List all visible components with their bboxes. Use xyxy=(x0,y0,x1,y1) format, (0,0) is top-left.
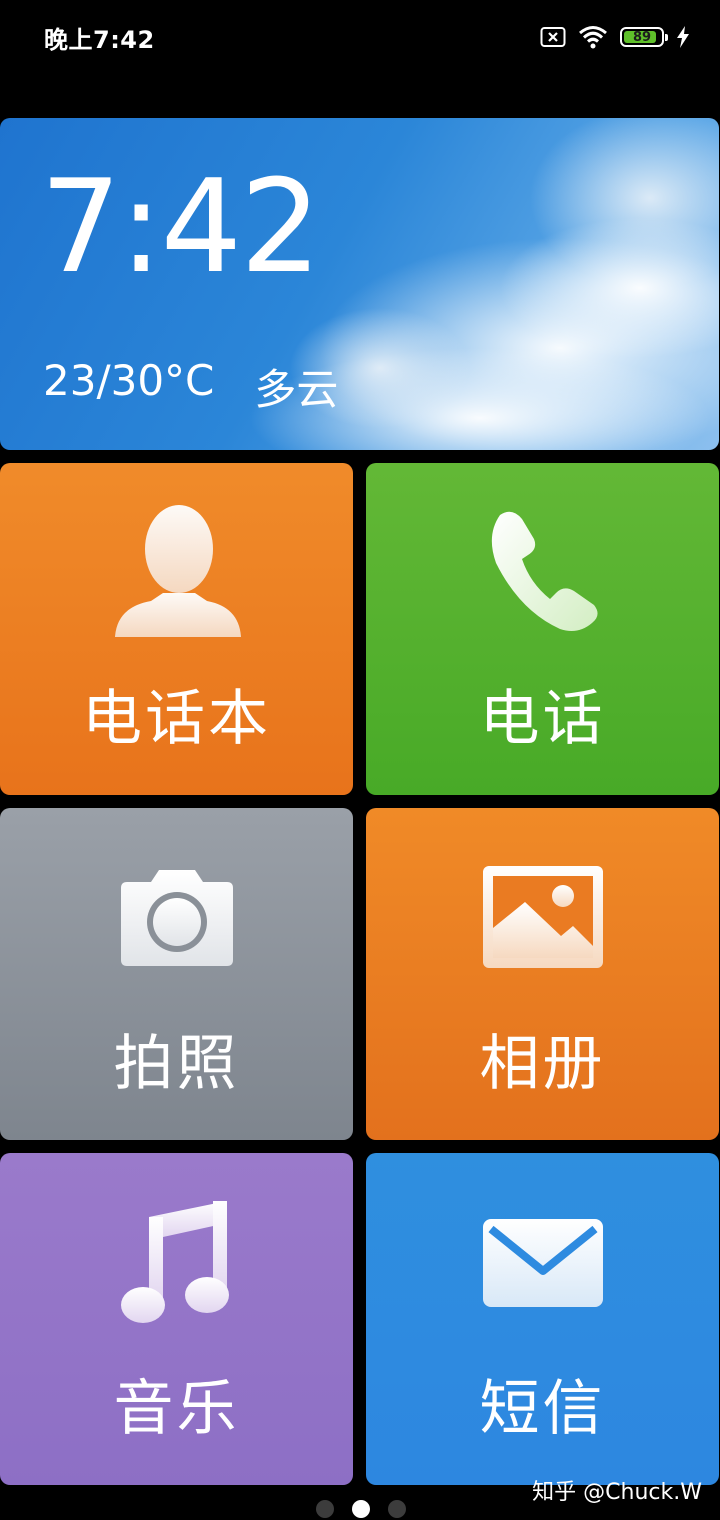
tile-label: 音乐 xyxy=(113,1374,240,1444)
page-indicator xyxy=(316,1500,406,1518)
contacts-person-icon xyxy=(107,503,247,643)
tile-gallery[interactable]: 相册 xyxy=(366,808,719,1140)
phone-handset-icon xyxy=(478,503,608,637)
tile-label: 电话本 xyxy=(82,684,271,754)
weather-condition: 多云 xyxy=(254,365,339,414)
battery-level: 89 xyxy=(632,29,652,45)
gallery-image-icon xyxy=(481,864,605,974)
tile-music[interactable]: 音乐 xyxy=(0,1153,353,1485)
tile-phone[interactable]: 电话 xyxy=(366,463,719,795)
envelope-icon xyxy=(481,1217,605,1313)
weather-clock-widget[interactable]: 7:42 23/30°C 多云 xyxy=(0,118,719,450)
page-dot-active[interactable] xyxy=(352,1500,370,1518)
page-dot[interactable] xyxy=(316,1500,334,1518)
tile-label: 电话 xyxy=(479,684,606,754)
status-time: 晚上7:42 xyxy=(44,26,155,54)
page-dot[interactable] xyxy=(388,1500,406,1518)
temperature-range: 23/30°C xyxy=(43,356,215,405)
tile-label: 短信 xyxy=(479,1374,606,1444)
weather-info: 23/30°C 多云 xyxy=(43,356,338,417)
charging-bolt-icon xyxy=(676,26,690,48)
battery-icon: 89 xyxy=(620,27,668,47)
wifi-icon xyxy=(578,25,608,49)
tile-contacts[interactable]: 电话本 xyxy=(0,463,353,795)
sim-x-icon xyxy=(540,26,566,48)
clock-time: 7:42 xyxy=(40,153,321,302)
tile-label: 拍照 xyxy=(113,1029,240,1099)
music-note-icon xyxy=(115,1197,239,1333)
tile-sms[interactable]: 短信 xyxy=(366,1153,719,1485)
status-icons: 89 xyxy=(540,22,690,52)
tile-camera[interactable]: 拍照 xyxy=(0,808,353,1140)
camera-icon xyxy=(115,864,239,972)
watermark: 知乎 @Chuck.W xyxy=(532,1480,702,1505)
tile-label: 相册 xyxy=(479,1029,606,1099)
status-bar: 晚上7:42 89 xyxy=(0,0,720,72)
